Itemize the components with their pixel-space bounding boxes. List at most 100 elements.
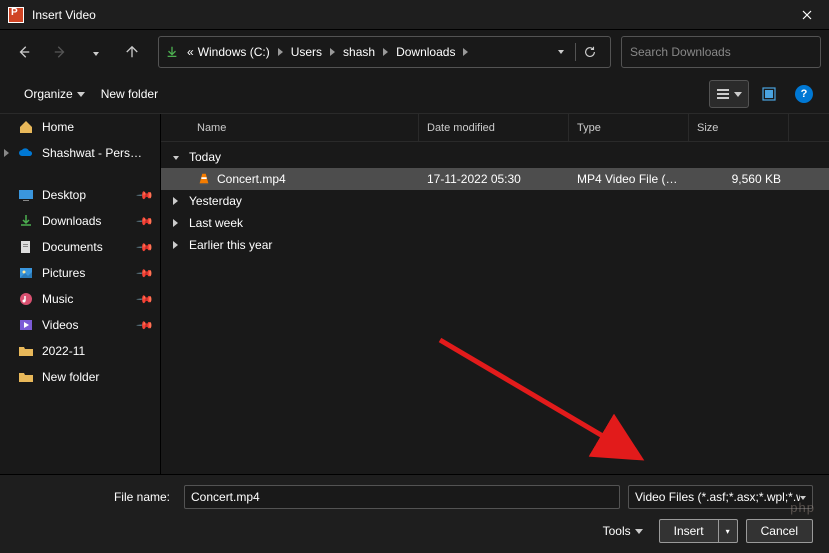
sidebar-item-pictures[interactable]: Pictures 📌 [0,260,160,286]
pin-icon: 📌 [136,186,155,205]
breadcrumb-sep[interactable] [457,47,474,58]
pin-icon: 📌 [136,264,155,283]
cancel-label: Cancel [761,524,798,538]
col-type[interactable]: Type [569,114,689,141]
group-label: Earlier this year [189,238,272,252]
view-button[interactable] [709,80,749,108]
breadcrumb-sep[interactable] [324,47,341,58]
sidebar-item-onedrive[interactable]: Shashwat - Pers… [0,140,160,166]
file-row[interactable]: Concert.mp4 17-11-2022 05:30 MP4 Video F… [161,168,829,190]
videos-icon [18,317,34,333]
filename-input[interactable] [184,485,620,509]
download-icon [165,45,179,59]
filter-label: Video Files (*.asf;*.asx;*.wpl;*.w [635,490,800,504]
back-button[interactable] [8,36,40,68]
sidebar-label: 2022-11 [42,344,85,358]
sidebar-label: Downloads [42,214,101,228]
col-date[interactable]: Date modified [419,114,569,141]
breadcrumb-overflow[interactable]: « [185,45,196,59]
main: Home Shashwat - Pers… Desktop 📌 Download… [0,114,829,474]
sidebar: Home Shashwat - Pers… Desktop 📌 Download… [0,114,160,474]
close-button[interactable] [793,1,821,29]
organize-button[interactable]: Organize [16,83,93,105]
group-label: Today [189,150,221,164]
breadcrumb-item-2[interactable]: shash [341,45,377,59]
forward-button[interactable] [44,36,76,68]
sidebar-label: Shashwat - Pers… [42,146,142,160]
chevron-down-icon [800,492,806,503]
breadcrumb-history[interactable] [547,50,575,54]
sidebar-item-documents[interactable]: Documents 📌 [0,234,160,260]
sidebar-label: Desktop [42,188,86,202]
pin-icon: 📌 [136,238,155,257]
sidebar-label: Music [42,292,73,306]
file-size: 9,560 KB [689,172,789,186]
documents-icon [18,239,34,255]
arrow-left-icon [17,45,31,59]
group-lastweek[interactable]: Last week [161,212,829,234]
group-label: Yesterday [189,194,242,208]
tools-label: Tools [603,524,631,538]
pin-icon: 📌 [136,290,155,309]
file-type-filter[interactable]: Video Files (*.asf;*.asx;*.wpl;*.w [628,485,813,509]
breadcrumb-item-0[interactable]: Windows (C:) [196,45,272,59]
sidebar-label: New folder [42,370,99,384]
insert-label: Insert [674,524,704,538]
window-title: Insert Video [32,8,793,22]
navbar: « Windows (C:) Users shash Downloads Sea… [0,30,829,74]
titlebar: Insert Video [0,0,829,30]
bottom-bar: File name: Video Files (*.asf;*.asx;*.wp… [0,474,829,553]
preview-button[interactable] [753,80,785,108]
breadcrumb-item-1[interactable]: Users [289,45,324,59]
refresh-button[interactable] [576,45,604,59]
help-button[interactable]: ? [795,85,813,103]
breadcrumb-item-3[interactable]: Downloads [394,45,457,59]
up-button[interactable] [116,36,148,68]
group-yesterday[interactable]: Yesterday [161,190,829,212]
file-date: 17-11-2022 05:30 [419,172,569,186]
insert-dropdown[interactable]: ▾ [719,527,737,536]
arrow-up-icon [125,45,139,59]
expand-icon[interactable] [4,148,14,159]
download-folder-icon [18,213,34,229]
search-input[interactable]: Search Downloads [621,36,821,68]
breadcrumb[interactable]: « Windows (C:) Users shash Downloads [158,36,611,68]
new-folder-button[interactable]: New folder [93,83,166,105]
chevron-down-icon [173,152,185,163]
sidebar-item-home[interactable]: Home [0,114,160,140]
sidebar-item-newfolder[interactable]: New folder [0,364,160,390]
sidebar-item-downloads[interactable]: Downloads 📌 [0,208,160,234]
new-folder-label: New folder [101,87,158,101]
sidebar-item-music[interactable]: Music 📌 [0,286,160,312]
pin-icon: 📌 [136,316,155,335]
cancel-button[interactable]: Cancel [746,519,813,543]
file-type: MP4 Video File (V… [569,172,689,186]
tools-button[interactable]: Tools [603,524,643,538]
vlc-icon [197,172,211,186]
col-size[interactable]: Size [689,114,789,141]
sidebar-label: Pictures [42,266,85,280]
search-placeholder: Search Downloads [630,45,731,59]
sidebar-item-folder1[interactable]: 2022-11 [0,338,160,364]
desktop-icon [18,187,34,203]
pictures-icon [18,265,34,281]
chevron-right-icon [173,218,185,229]
app-icon [8,7,24,23]
recent-button[interactable] [80,36,112,68]
preview-icon [762,87,776,101]
group-today[interactable]: Today [161,146,829,168]
breadcrumb-sep[interactable] [272,47,289,58]
sidebar-label: Documents [42,240,103,254]
chevron-right-icon [173,196,185,207]
insert-button[interactable]: Insert ▾ [659,519,738,543]
sidebar-item-videos[interactable]: Videos 📌 [0,312,160,338]
music-icon [18,291,34,307]
col-name[interactable]: Name [189,114,419,141]
folder-icon [18,369,34,385]
arrow-right-icon [53,45,67,59]
sidebar-item-desktop[interactable]: Desktop 📌 [0,182,160,208]
column-header: Name Date modified Type Size [161,114,829,142]
folder-icon [18,343,34,359]
group-earlier[interactable]: Earlier this year [161,234,829,256]
breadcrumb-sep[interactable] [377,47,394,58]
